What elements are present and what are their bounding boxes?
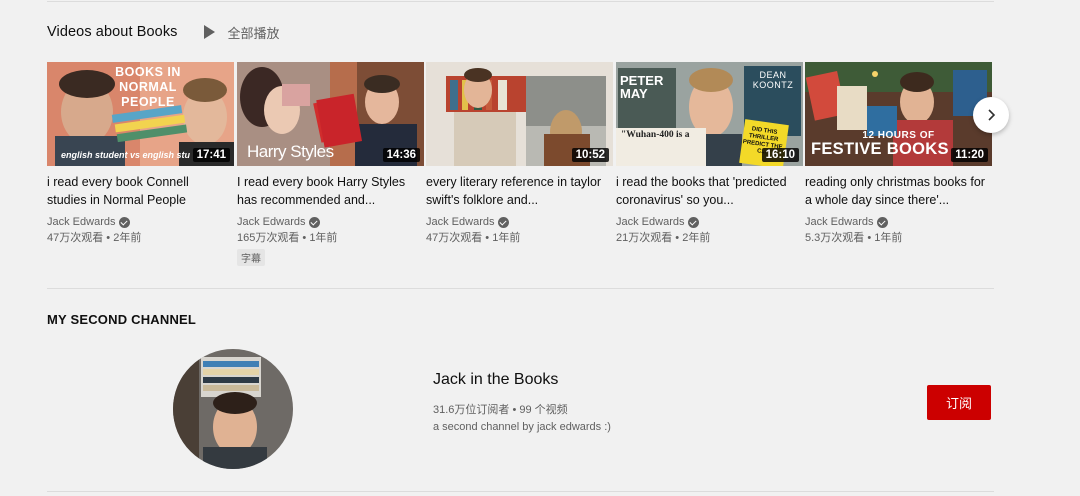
shelf-header: Videos about Books 全部播放 — [47, 22, 280, 42]
top-divider — [47, 1, 994, 2]
duration-badge: 10:52 — [571, 148, 609, 162]
video-stats: 47万次观看 • 2年前 — [47, 231, 142, 244]
verified-icon — [688, 217, 700, 229]
video-card[interactable]: 10:52 every literary reference in taylor… — [426, 62, 613, 246]
section-title: MY SECOND CHANNEL — [47, 312, 197, 327]
video-thumbnail[interactable]: 12 HOURS OF FESTIVE BOOKS 11:20 — [805, 62, 992, 166]
duration-badge: 17:41 — [192, 148, 230, 162]
channel-name[interactable]: Jack Edwards — [426, 215, 494, 231]
play-all-button[interactable]: 全部播放 — [203, 23, 280, 42]
bottom-divider — [47, 491, 994, 492]
section-divider — [47, 288, 994, 289]
channel-avatar[interactable] — [173, 349, 293, 469]
subscribe-button[interactable]: 订阅 — [927, 385, 991, 420]
play-all-label: 全部播放 — [227, 25, 280, 41]
subtitles-badge: 字幕 — [237, 249, 265, 266]
video-card[interactable]: 12 HOURS OF FESTIVE BOOKS 11:20 reading … — [805, 62, 992, 246]
video-shelf: BOOKS IN NORMAL PEOPLE english student v… — [47, 62, 1007, 272]
channel-name[interactable]: Jack Edwards — [237, 215, 305, 231]
channel-line: Jack Edwards — [805, 215, 992, 231]
video-title[interactable]: i read the books that 'predicted coronav… — [616, 174, 796, 209]
channel-line: Jack Edwards — [47, 215, 234, 231]
avatar-image — [173, 349, 293, 469]
channel-name[interactable]: Jack Edwards — [616, 215, 684, 231]
video-stats: 47万次观看 • 1年前 — [426, 231, 521, 244]
video-title[interactable]: reading only christmas books for a whole… — [805, 174, 985, 209]
thumbnail-book-author: DEAN KOONTZ — [752, 70, 794, 90]
verified-icon — [309, 217, 321, 229]
video-stats: 165万次观看 • 1年前 — [237, 231, 338, 244]
duration-badge: 11:20 — [951, 148, 988, 162]
video-thumbnail[interactable]: Harry Styles 14:36 — [237, 62, 424, 166]
video-title[interactable]: i read every book Connell studies in Nor… — [47, 174, 227, 209]
video-card[interactable]: BOOKS IN NORMAL PEOPLE english student v… — [47, 62, 234, 246]
thumbnail-book-title: PETER MAY — [620, 73, 664, 101]
channel-name[interactable]: Jack Edwards — [805, 215, 873, 231]
video-stats: 5.3万次观看 • 1年前 — [805, 231, 903, 244]
channel-description: a second channel by jack edwards :) — [433, 421, 611, 433]
duration-badge: 14:36 — [382, 148, 420, 162]
video-title[interactable]: I read every book Harry Styles has recom… — [237, 174, 417, 209]
chevron-right-icon — [988, 109, 996, 121]
play-icon — [203, 25, 215, 39]
video-thumbnail[interactable]: BOOKS IN NORMAL PEOPLE english student v… — [47, 62, 234, 166]
video-stats: 21万次观看 • 2年前 — [616, 231, 711, 244]
channel-stats: 31.6万位订阅者 • 99 个视频 — [433, 404, 568, 416]
video-card[interactable]: Harry Styles 14:36 I read every book Har… — [237, 62, 424, 267]
duration-badge: 16:10 — [761, 148, 799, 162]
video-title[interactable]: every literary reference in taylor swift… — [426, 174, 606, 209]
channel-line: Jack Edwards — [616, 215, 803, 231]
thumbnail-caption: FESTIVE BOOKS — [811, 140, 949, 158]
video-thumbnail[interactable]: 10:52 — [426, 62, 613, 166]
video-card[interactable]: PETER MAY DEAN KOONTZ "Wuhan-400 is a DI… — [616, 62, 803, 246]
verified-icon — [498, 217, 510, 229]
video-thumbnail[interactable]: PETER MAY DEAN KOONTZ "Wuhan-400 is a DI… — [616, 62, 803, 166]
channel-line: Jack Edwards — [237, 215, 424, 231]
thumbnail-overlay-text: BOOKS IN NORMAL PEOPLE — [115, 65, 181, 109]
thumbnail-caption: Harry Styles — [247, 142, 334, 161]
channel-name[interactable]: Jack Edwards — [47, 215, 115, 231]
thumbnail-caption: english student vs english stu — [61, 150, 191, 160]
shelf-title[interactable]: Videos about Books — [47, 24, 178, 40]
verified-icon — [877, 217, 889, 229]
channel-line: Jack Edwards — [426, 215, 613, 231]
channel-name[interactable]: Jack in the Books — [433, 371, 558, 389]
shelf-next-button[interactable] — [973, 97, 1009, 133]
thumbnail-quote: "Wuhan-400 is a — [621, 130, 690, 140]
verified-icon — [119, 217, 131, 229]
